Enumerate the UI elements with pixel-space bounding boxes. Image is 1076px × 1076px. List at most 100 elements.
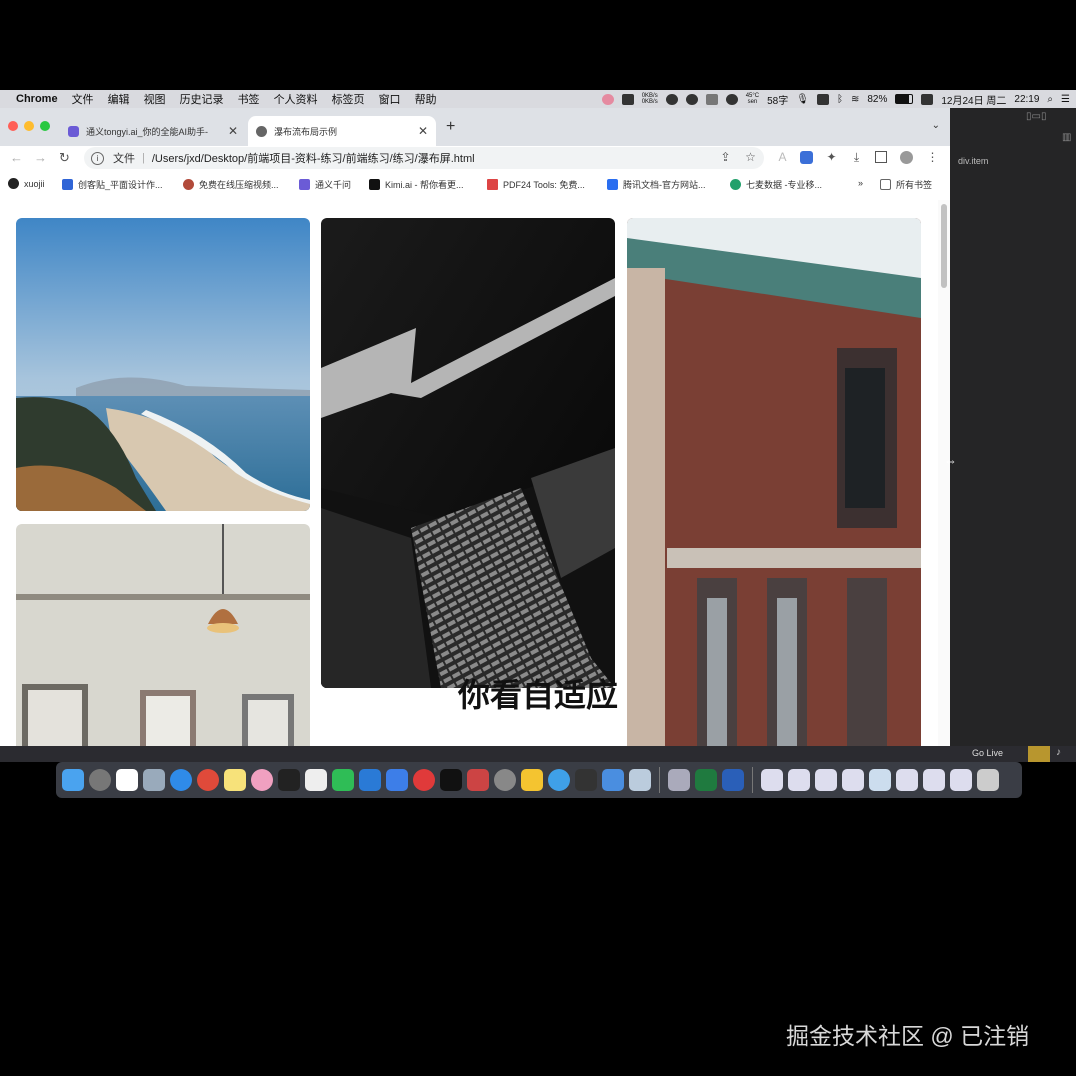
star-icon[interactable]: ☆ <box>744 151 757 164</box>
image-card-brick-building[interactable] <box>627 218 921 754</box>
bookmark-item[interactable]: Kimi.ai - 帮你看更... <box>369 178 464 191</box>
document-icon[interactable] <box>761 769 783 791</box>
new-tab-icon[interactable]: + <box>446 118 455 136</box>
app-icon[interactable] <box>467 769 489 791</box>
image-card-interior[interactable] <box>16 524 310 754</box>
avatar[interactable] <box>900 151 913 164</box>
menu-history[interactable]: 历史记录 <box>180 91 224 107</box>
terminal-icon[interactable] <box>278 769 300 791</box>
vscode-icon[interactable] <box>359 769 381 791</box>
candy-icon[interactable] <box>601 93 614 105</box>
translate-app-icon[interactable] <box>548 769 570 791</box>
go-live-button[interactable]: Go Live <box>972 748 1003 758</box>
minimize-window-button[interactable] <box>24 121 34 131</box>
address-bar[interactable]: i 文件 | /Users/jxd/Desktop/前端项目-资料-练习/前端练… <box>84 147 764 169</box>
bookmark-item[interactable]: 腾讯文档-官方网站... <box>607 178 706 191</box>
document-icon[interactable] <box>788 769 810 791</box>
image-card-skyscraper[interactable] <box>321 218 615 688</box>
cat-icon[interactable] <box>621 93 634 105</box>
menu-file[interactable]: 文件 <box>72 91 94 107</box>
bookmark-item[interactable]: xuojii <box>8 178 45 189</box>
bell-icon[interactable]: ♪ <box>1056 747 1061 758</box>
bookmark-item[interactable]: 所有书签 <box>880 178 932 191</box>
document-icon[interactable] <box>869 769 891 791</box>
system-settings-icon[interactable] <box>494 769 516 791</box>
info-icon[interactable]: i <box>91 151 104 165</box>
finder-icon[interactable] <box>62 769 84 791</box>
battery-icon[interactable] <box>895 94 914 104</box>
input-method-icon[interactable] <box>816 93 829 105</box>
menu-help[interactable]: 帮助 <box>415 91 437 107</box>
reload-icon[interactable]: ↻ <box>59 150 70 166</box>
document-icon[interactable] <box>896 769 918 791</box>
calendar-icon[interactable] <box>116 769 138 791</box>
wechat-icon[interactable] <box>685 93 698 105</box>
document-icon[interactable] <box>923 769 945 791</box>
lark-icon[interactable] <box>386 769 408 791</box>
bookmark-item[interactable]: PDF24 Tools: 免费... <box>487 178 585 191</box>
qq-icon[interactable] <box>665 93 678 105</box>
app-icon[interactable] <box>521 769 543 791</box>
close-window-button[interactable] <box>8 121 18 131</box>
menu-app-name[interactable]: Chrome <box>16 93 58 105</box>
bluetooth-icon[interactable]: ᛒ <box>837 94 843 105</box>
layout-icon[interactable]: ▯▭▯ <box>1026 111 1046 122</box>
close-tab-icon[interactable]: ✕ <box>228 124 238 138</box>
shield-icon[interactable] <box>705 93 718 105</box>
app-icon[interactable] <box>629 769 651 791</box>
document-icon[interactable] <box>842 769 864 791</box>
bookmark-item[interactable]: 创客贴_平面设计作... <box>62 178 163 191</box>
back-icon[interactable]: ← <box>10 150 23 165</box>
safari-icon[interactable] <box>170 769 192 791</box>
forward-icon[interactable]: → <box>34 150 47 165</box>
split-editor-icon[interactable]: ▥ <box>1062 132 1071 143</box>
excel-icon[interactable] <box>695 769 717 791</box>
scrollbar-thumb[interactable] <box>941 204 947 288</box>
page-scrollbar[interactable] <box>938 200 950 754</box>
close-tab-icon[interactable]: ✕ <box>418 124 428 138</box>
document-icon[interactable] <box>950 769 972 791</box>
tab-waterfall[interactable]: 瀑布流布局示例 ✕ <box>248 116 436 146</box>
qq-app-icon[interactable] <box>305 769 327 791</box>
wifi-icon[interactable]: ≋ <box>851 94 859 105</box>
menu-view[interactable]: 视图 <box>144 91 166 107</box>
preview-icon[interactable] <box>668 769 690 791</box>
side-panel-icon[interactable] <box>875 151 887 163</box>
bookmark-item[interactable]: 免费在线压缩视频... <box>183 178 279 191</box>
bookmark-item[interactable]: 通义千问 <box>299 178 351 191</box>
photos-icon[interactable] <box>251 769 273 791</box>
extensions-icon[interactable]: ✦ <box>825 151 838 164</box>
maps-icon[interactable] <box>143 769 165 791</box>
maximize-window-button[interactable] <box>40 121 50 131</box>
control-center-icon[interactable]: ☰ <box>1061 94 1070 105</box>
audio-app-icon[interactable] <box>575 769 597 791</box>
menu-bookmarks[interactable]: 书签 <box>238 91 260 107</box>
chevron-down-icon[interactable]: ⌄ <box>932 120 940 131</box>
bookmark-item[interactable]: 七麦数据 -专业移... <box>730 178 822 191</box>
download-icon[interactable]: ⤓ <box>850 151 863 164</box>
s-app-icon[interactable] <box>921 93 934 105</box>
capcut-icon[interactable] <box>440 769 462 791</box>
share-icon[interactable]: ⇪ <box>719 151 732 164</box>
notification-icon[interactable] <box>1028 746 1050 762</box>
tab-tongyi[interactable]: 通义tongyi.ai_你的全能AI助手- ✕ <box>60 116 246 146</box>
menu-profile[interactable]: 个人资料 <box>274 91 318 107</box>
url-text[interactable]: /Users/jxd/Desktop/前端项目-资料-练习/前端练习/练习/瀑布… <box>152 150 475 166</box>
document-icon[interactable] <box>815 769 837 791</box>
netease-music-icon[interactable] <box>413 769 435 791</box>
launchpad-icon[interactable] <box>89 769 111 791</box>
a-icon[interactable]: A <box>776 151 789 164</box>
microphone-icon[interactable]: 🎙 <box>796 94 809 105</box>
bookmarks-overflow-icon[interactable]: » <box>858 178 863 188</box>
search-icon[interactable]: ⌕ <box>1047 94 1053 105</box>
more-icon[interactable]: ⋮ <box>926 151 939 164</box>
circle-icon[interactable] <box>725 93 738 105</box>
app-icon[interactable] <box>602 769 624 791</box>
menu-edit[interactable]: 编辑 <box>108 91 130 107</box>
trash-icon[interactable] <box>977 769 999 791</box>
word-icon[interactable] <box>722 769 744 791</box>
menu-tabs[interactable]: 标签页 <box>332 91 365 107</box>
wechat-app-icon[interactable] <box>332 769 354 791</box>
image-card-beach[interactable] <box>16 218 310 511</box>
breadcrumb[interactable]: div.item <box>958 156 988 166</box>
